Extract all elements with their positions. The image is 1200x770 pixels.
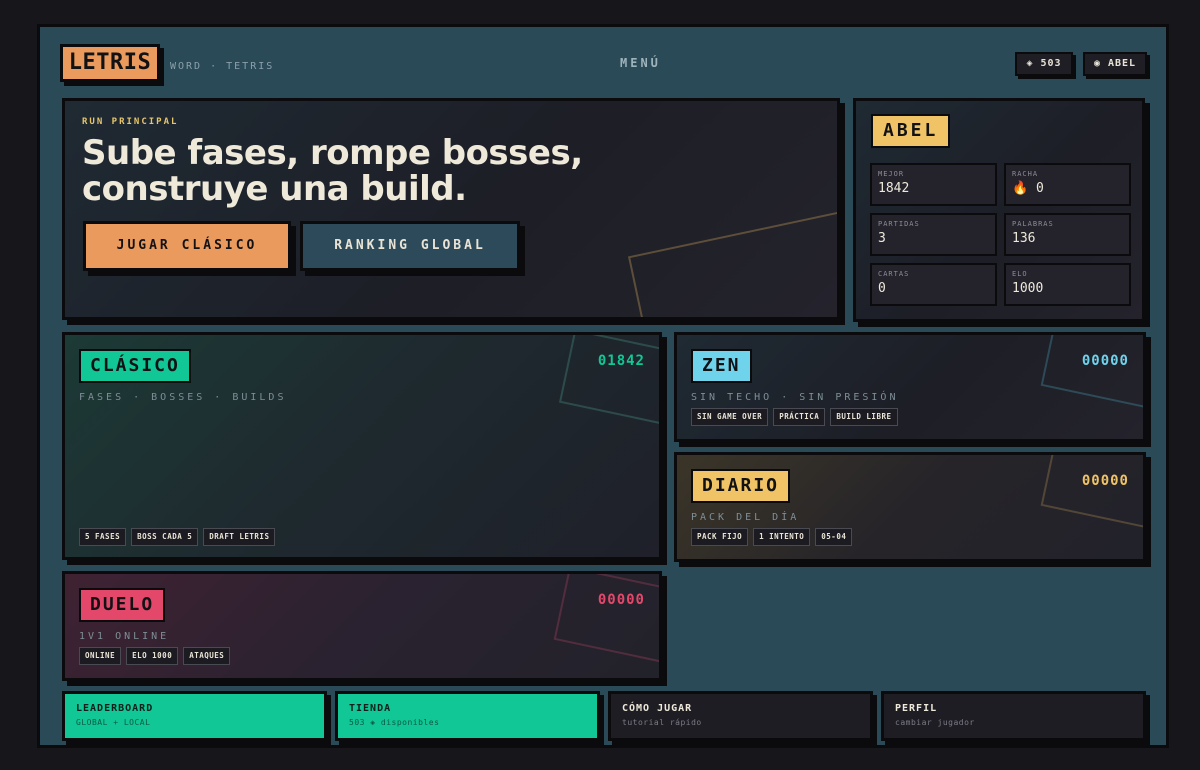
mode-tag: DRAFT LETRIS bbox=[203, 528, 276, 546]
tile-subtitle: GLOBAL + LOCAL bbox=[76, 718, 151, 727]
user-badge[interactable]: ◉ ABEL bbox=[1083, 52, 1147, 76]
mode-tag: PRÁCTICA bbox=[773, 408, 826, 426]
mode-tags: SIN GAME OVER PRÁCTICA BUILD LIBRE bbox=[691, 408, 898, 426]
stat-cards: CARTAS 0 bbox=[870, 263, 997, 306]
stat-best: MEJOR 1842 bbox=[870, 163, 997, 206]
stat-label: RACHA bbox=[1012, 170, 1039, 178]
mode-tag: BOSS CADA 5 bbox=[131, 528, 199, 546]
stat-games: PARTIDAS 3 bbox=[870, 213, 997, 256]
mode-card-duelo[interactable]: DUELO 00000 1V1 ONLINE ONLINE ELO 1000 A… bbox=[62, 571, 662, 681]
stat-elo: ELO 1000 bbox=[1004, 263, 1131, 306]
stat-words: PALABRAS 136 bbox=[1004, 213, 1131, 256]
mode-title: DIARIO bbox=[691, 469, 791, 503]
stat-label: ELO bbox=[1012, 270, 1028, 278]
mode-tag: ATAQUES bbox=[183, 647, 231, 665]
stat-label: PARTIDAS bbox=[878, 220, 920, 228]
mode-title: DUELO bbox=[79, 588, 166, 622]
player-panel: ABEL MEJOR 1842 RACHA 🔥 0 PARTIDAS 3 PAL… bbox=[853, 98, 1145, 322]
mode-tags: ONLINE ELO 1000 ATAQUES bbox=[79, 647, 231, 665]
mode-subtitle: FASES · BOSSES · BUILDS bbox=[79, 392, 287, 403]
global-ranking-button[interactable]: RANKING GLOBAL bbox=[300, 221, 520, 271]
stat-value: 3 bbox=[878, 231, 886, 246]
app-logo[interactable]: LETRIS bbox=[60, 44, 160, 82]
mode-card-clasico[interactable]: CLÁSICO 01842 FASES · BOSSES · BUILDS 5 … bbox=[62, 332, 662, 560]
app-frame: LETRIS WORD · TETRIS MENÚ ◈ 503 ◉ ABEL R… bbox=[37, 24, 1169, 748]
decor-frame bbox=[553, 574, 659, 667]
mode-title: ZEN bbox=[691, 349, 752, 383]
mode-title: CLÁSICO bbox=[79, 349, 191, 383]
stat-value: 136 bbox=[1012, 231, 1036, 246]
menu-button[interactable]: MENÚ bbox=[620, 56, 661, 70]
stat-value: 1000 bbox=[1012, 281, 1044, 296]
mode-tag: 05-04 bbox=[815, 528, 853, 546]
tile-title: CÓMO JUGAR bbox=[622, 703, 693, 714]
mode-score: 00000 bbox=[1081, 353, 1129, 369]
stat-value: 1842 bbox=[878, 181, 910, 196]
coins-badge[interactable]: ◈ 503 bbox=[1015, 52, 1073, 76]
leaderboard-tile[interactable]: LEADERBOARD GLOBAL + LOCAL bbox=[62, 691, 327, 741]
mode-subtitle: PACK DEL DÍA bbox=[691, 512, 800, 523]
hero-kicker: RUN PRINCIPAL bbox=[82, 117, 179, 127]
stat-label: CARTAS bbox=[878, 270, 910, 278]
mode-tags: PACK FIJO 1 INTENTO 05-04 bbox=[691, 528, 853, 546]
mode-tag: ONLINE bbox=[79, 647, 122, 665]
tile-subtitle: cambiar jugador bbox=[895, 718, 975, 727]
tile-title: LEADERBOARD bbox=[76, 703, 154, 714]
mode-score: 00000 bbox=[597, 592, 645, 608]
hero-headline: Sube fases, rompe bosses, construye una … bbox=[82, 133, 583, 209]
tile-subtitle: tutorial rápido bbox=[622, 718, 702, 727]
tile-title: TIENDA bbox=[349, 703, 392, 714]
decor-frame bbox=[1040, 335, 1143, 413]
mode-card-diario[interactable]: DIARIO 00000 PACK DEL DÍA PACK FIJO 1 IN… bbox=[674, 452, 1146, 562]
mode-tag: 5 FASES bbox=[79, 528, 127, 546]
mode-tag: ELO 1000 bbox=[126, 647, 179, 665]
profile-tile[interactable]: PERFIL cambiar jugador bbox=[881, 691, 1146, 741]
mode-score: 01842 bbox=[597, 353, 645, 369]
mode-tag: 1 INTENTO bbox=[753, 528, 811, 546]
mode-card-zen[interactable]: ZEN 00000 SIN TECHO · SIN PRESIÓN SIN GA… bbox=[674, 332, 1146, 442]
player-name: ABEL bbox=[871, 114, 951, 148]
how-to-play-tile[interactable]: CÓMO JUGAR tutorial rápido bbox=[608, 691, 873, 741]
mode-subtitle: SIN TECHO · SIN PRESIÓN bbox=[691, 392, 899, 403]
mode-tag: BUILD LIBRE bbox=[830, 408, 898, 426]
tile-title: PERFIL bbox=[895, 703, 938, 714]
mode-score: 00000 bbox=[1081, 473, 1129, 489]
play-classic-button[interactable]: JUGAR CLÁSICO bbox=[83, 221, 291, 271]
stat-label: MEJOR bbox=[878, 170, 905, 178]
tile-subtitle: 503 ◈ disponibles bbox=[349, 718, 440, 727]
stat-value: 🔥 0 bbox=[1012, 181, 1044, 196]
decor-frame bbox=[1040, 455, 1143, 533]
hero-panel: RUN PRINCIPAL Sube fases, rompe bosses, … bbox=[62, 98, 840, 320]
mode-tag: SIN GAME OVER bbox=[691, 408, 769, 426]
decor-frame bbox=[627, 208, 837, 317]
decor-frame bbox=[558, 335, 659, 436]
stat-streak: RACHA 🔥 0 bbox=[1004, 163, 1131, 206]
mode-tags: 5 FASES BOSS CADA 5 DRAFT LETRIS bbox=[79, 528, 276, 546]
mode-subtitle: 1V1 ONLINE bbox=[79, 631, 170, 642]
mode-tag: PACK FIJO bbox=[691, 528, 749, 546]
stat-value: 0 bbox=[878, 281, 886, 296]
stat-label: PALABRAS bbox=[1012, 220, 1054, 228]
shop-tile[interactable]: TIENDA 503 ◈ disponibles bbox=[335, 691, 600, 741]
logo-subtitle: WORD · TETRIS bbox=[170, 61, 275, 72]
